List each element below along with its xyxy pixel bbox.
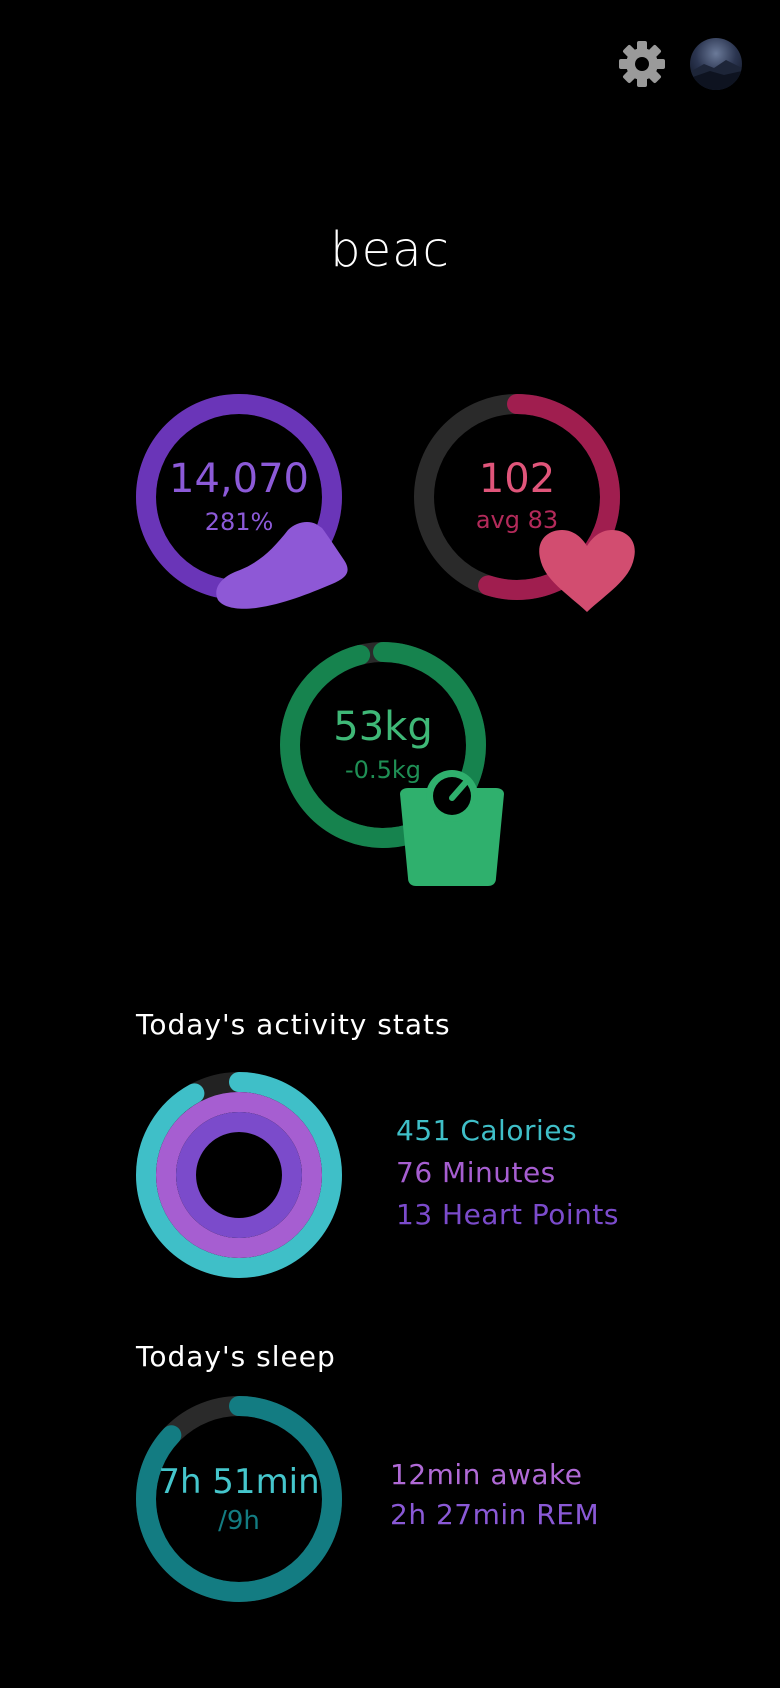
shoe-icon	[216, 522, 348, 609]
steps-value: 14,070	[169, 456, 309, 502]
sleep-ring[interactable]: 7h 51min /9h	[136, 1396, 342, 1602]
heart-rate-value: 102	[478, 456, 556, 502]
minutes-stat: 76 Minutes	[396, 1156, 556, 1189]
avatar-image	[690, 60, 742, 90]
activity-section-title: Today's activity stats	[136, 1008, 451, 1041]
settings-button[interactable]	[616, 38, 668, 90]
avatar[interactable]	[690, 38, 742, 90]
sleep-rem-stat: 2h 27min REM	[390, 1498, 600, 1531]
activity-rings[interactable]	[136, 1072, 342, 1278]
sleep-goal: /9h	[218, 1506, 260, 1536]
sleep-awake-stat: 12min awake	[390, 1458, 583, 1491]
weight-value: 53kg	[333, 704, 433, 750]
activity-rings-graphic	[136, 1072, 342, 1278]
app-logo: beac	[330, 222, 450, 278]
heart-points-stat: 13 Heart Points	[396, 1198, 619, 1231]
heart-icon	[539, 530, 635, 612]
sleep-section-title: Today's sleep	[136, 1340, 336, 1373]
calories-stat: 451 Calories	[396, 1114, 578, 1147]
scale-icon	[400, 770, 504, 886]
sleep-duration: 7h 51min	[158, 1462, 320, 1502]
gear-icon	[619, 41, 665, 87]
